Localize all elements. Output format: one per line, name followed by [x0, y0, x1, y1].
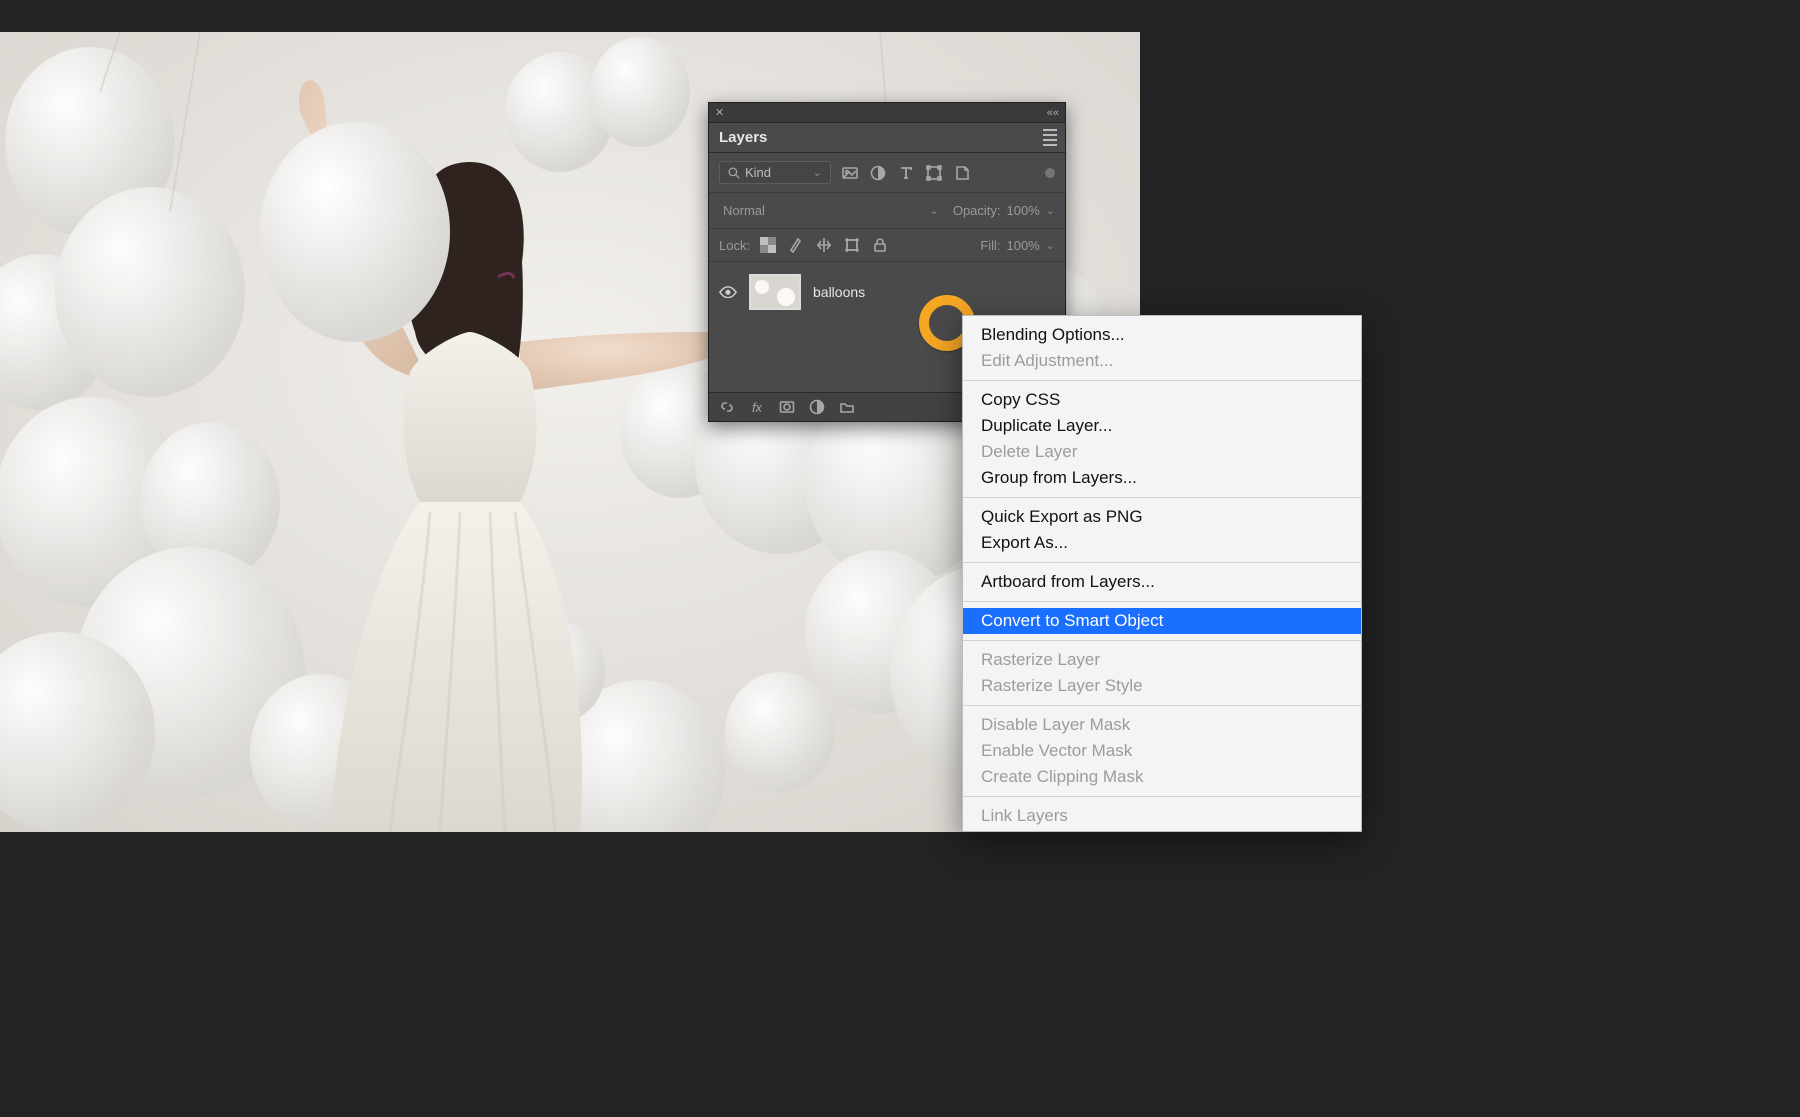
- adjustment-layer-icon[interactable]: [809, 399, 825, 415]
- lock-row: Lock: Fill: 100% ⌄: [709, 229, 1065, 262]
- lock-transparency-icon[interactable]: [760, 237, 776, 253]
- context-menu-item: Rasterize Layer: [963, 647, 1361, 673]
- opacity-label: Opacity:: [953, 203, 1001, 218]
- context-menu-separator: [963, 562, 1361, 563]
- visibility-toggle-icon[interactable]: [719, 286, 737, 298]
- context-menu-item[interactable]: Artboard from Layers...: [963, 569, 1361, 595]
- context-menu-separator: [963, 796, 1361, 797]
- layer-context-menu: Blending Options...Edit Adjustment... Cop…: [962, 315, 1362, 832]
- context-menu-item: Edit Adjustment...: [963, 348, 1361, 374]
- opacity-value[interactable]: 100%: [1007, 203, 1040, 218]
- chevron-down-icon[interactable]: ⌄: [1046, 204, 1055, 217]
- context-menu-item: Delete Layer: [963, 439, 1361, 465]
- filter-pixel-icon[interactable]: [841, 165, 859, 181]
- search-icon: [728, 167, 740, 179]
- panel-tab-row: Layers: [709, 123, 1065, 153]
- new-group-icon[interactable]: [839, 399, 855, 415]
- context-menu-item[interactable]: Blending Options...: [963, 322, 1361, 348]
- layers-tab[interactable]: Layers: [719, 129, 767, 146]
- layer-name[interactable]: balloons: [813, 284, 865, 300]
- context-menu-item: Enable Vector Mask: [963, 738, 1361, 764]
- filter-type-icon[interactable]: [897, 165, 915, 181]
- lock-pixels-icon[interactable]: [788, 237, 804, 253]
- context-menu-separator: [963, 601, 1361, 602]
- filter-kind-dropdown[interactable]: Kind ⌄: [719, 161, 831, 184]
- chevron-down-icon[interactable]: ⌄: [1046, 239, 1055, 252]
- lock-all-icon[interactable]: [872, 237, 888, 253]
- lock-artboard-icon[interactable]: [844, 237, 860, 253]
- panel-titlebar[interactable]: ✕ ««: [709, 103, 1065, 123]
- context-menu-separator: [963, 640, 1361, 641]
- panel-collapse-button[interactable]: ««: [1047, 107, 1059, 119]
- chevron-down-icon: ⌄: [930, 204, 939, 217]
- filter-toggle-switch[interactable]: [1045, 168, 1055, 178]
- layer-style-fx-icon[interactable]: fx: [749, 399, 765, 415]
- context-menu-item[interactable]: Copy CSS: [963, 387, 1361, 413]
- context-menu-item: Create Clipping Mask: [963, 764, 1361, 790]
- fill-label: Fill:: [980, 238, 1000, 253]
- context-menu-separator: [963, 497, 1361, 498]
- context-menu-separator: [963, 705, 1361, 706]
- context-menu-item: Disable Layer Mask: [963, 712, 1361, 738]
- panel-close-button[interactable]: ✕: [715, 106, 724, 119]
- layer-row[interactable]: balloons: [709, 268, 1065, 316]
- fill-value[interactable]: 100%: [1007, 238, 1040, 253]
- chevron-down-icon: ⌄: [813, 166, 822, 179]
- link-layers-icon[interactable]: [719, 399, 735, 415]
- blend-mode-value: Normal: [723, 203, 765, 218]
- blend-mode-row: Normal ⌄ Opacity: 100% ⌄: [709, 193, 1065, 229]
- filter-kind-label: Kind: [745, 165, 771, 180]
- layer-thumbnail[interactable]: [749, 274, 801, 310]
- context-menu-item[interactable]: Group from Layers...: [963, 465, 1361, 491]
- filter-shape-icon[interactable]: [925, 165, 943, 181]
- add-mask-icon[interactable]: [779, 399, 795, 415]
- panel-menu-icon[interactable]: [1043, 129, 1057, 146]
- context-menu-item: Link Layers: [963, 803, 1361, 829]
- filter-smartobject-icon[interactable]: [953, 165, 971, 181]
- layer-filter-row: Kind ⌄: [709, 153, 1065, 193]
- context-menu-item[interactable]: Export As...: [963, 530, 1361, 556]
- blend-mode-dropdown[interactable]: Normal ⌄: [719, 201, 943, 220]
- context-menu-item[interactable]: Convert to Smart Object: [963, 608, 1361, 634]
- lock-label: Lock:: [719, 238, 750, 253]
- context-menu-item[interactable]: Quick Export as PNG: [963, 504, 1361, 530]
- context-menu-item: Rasterize Layer Style: [963, 673, 1361, 699]
- context-menu-separator: [963, 380, 1361, 381]
- lock-position-icon[interactable]: [816, 237, 832, 253]
- filter-adjustment-icon[interactable]: [869, 165, 887, 181]
- context-menu-item[interactable]: Duplicate Layer...: [963, 413, 1361, 439]
